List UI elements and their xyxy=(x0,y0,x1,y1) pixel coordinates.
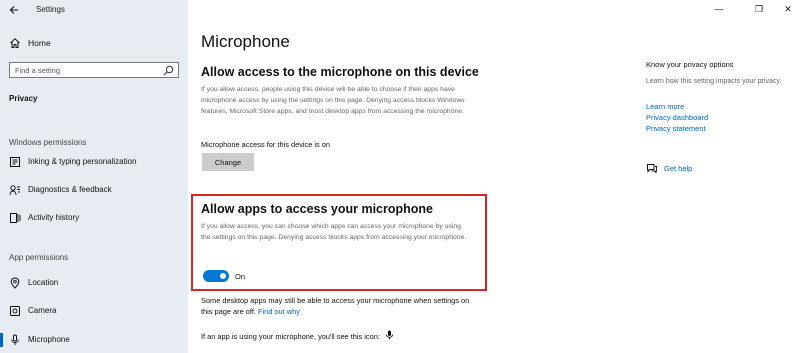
search-box xyxy=(9,62,179,78)
icon-note-text: If an app is using your microphone, you'… xyxy=(201,332,380,341)
sidebar-item-label: Diagnostics & feedback xyxy=(28,185,112,194)
sidebar-item-diagnostics[interactable]: Diagnostics & feedback xyxy=(0,181,188,199)
page-title: Microphone xyxy=(201,32,290,51)
device-access-description: If you allow access, people using this d… xyxy=(201,86,465,115)
toggle-knob xyxy=(220,273,226,279)
privacy-options-title: Know your privacy options xyxy=(646,60,734,69)
icon-note: If an app is using your microphone, you'… xyxy=(201,330,394,341)
group-label-app-permissions: App permissions xyxy=(9,253,69,262)
change-button[interactable]: Change xyxy=(202,153,254,171)
get-help-link[interactable]: Get help xyxy=(646,162,746,176)
activity-history-icon xyxy=(10,213,21,223)
sidebar-item-location[interactable]: Location xyxy=(0,274,188,292)
inking-icon xyxy=(10,157,20,167)
search-input[interactable] xyxy=(10,63,160,77)
find-out-why-link[interactable]: Find out why xyxy=(258,307,300,316)
back-button[interactable] xyxy=(6,2,22,18)
privacy-statement-link[interactable]: Privacy statement xyxy=(646,124,706,133)
app-access-description: If you allow access, you can choose whic… xyxy=(201,223,467,241)
desktop-apps-note-text: Some desktop apps may still be able to a… xyxy=(201,296,470,316)
main-content: Microphone Allow access to the microphon… xyxy=(188,0,800,353)
sidebar-item-label: Activity history xyxy=(28,213,80,222)
home-icon xyxy=(10,38,20,48)
get-help-label: Get help xyxy=(664,164,693,173)
group-label-windows-permissions: Windows permissions xyxy=(9,138,87,147)
toggle-state-label: On xyxy=(235,272,246,281)
app-access-heading: Allow apps to access your microphone xyxy=(201,202,434,216)
home-nav-item[interactable]: Home xyxy=(0,34,188,52)
sidebar-item-microphone[interactable]: Microphone xyxy=(0,331,188,349)
sidebar-item-label: Location xyxy=(28,278,59,287)
selection-indicator xyxy=(0,333,3,347)
diagnostics-icon xyxy=(9,185,20,196)
sidebar-item-activity-history[interactable]: Activity history xyxy=(0,209,188,227)
sidebar-item-label: Inking & typing personalization xyxy=(28,157,137,166)
sidebar-item-label: Microphone xyxy=(28,335,70,344)
desktop-apps-note: Some desktop apps may still be able to a… xyxy=(201,295,481,317)
help-chat-icon xyxy=(647,164,657,174)
section-title: Privacy xyxy=(9,94,38,103)
learn-more-link[interactable]: Learn more xyxy=(646,102,684,111)
sidebar: Settings Home Privacy Windows permission… xyxy=(0,0,188,353)
title-bar: Settings xyxy=(0,0,188,22)
app-access-toggle[interactable] xyxy=(203,270,229,282)
microphone-indicator-icon xyxy=(386,330,393,340)
camera-icon xyxy=(10,306,20,316)
location-icon xyxy=(10,277,20,289)
microphone-icon xyxy=(11,334,19,345)
sidebar-item-inking[interactable]: Inking & typing personalization xyxy=(0,153,188,171)
sidebar-item-camera[interactable]: Camera xyxy=(0,302,188,320)
sidebar-item-label: Camera xyxy=(28,306,57,315)
device-access-heading: Allow access to the microphone on this d… xyxy=(201,65,479,79)
privacy-options-description: Learn how this setting impacts your priv… xyxy=(646,78,782,85)
app-title: Settings xyxy=(36,5,65,14)
home-label: Home xyxy=(28,38,51,48)
device-access-status: Microphone access for this device is on xyxy=(201,140,330,149)
search-icon[interactable] xyxy=(163,65,174,76)
back-arrow-icon xyxy=(9,6,18,14)
privacy-dashboard-link[interactable]: Privacy dashboard xyxy=(646,113,708,122)
